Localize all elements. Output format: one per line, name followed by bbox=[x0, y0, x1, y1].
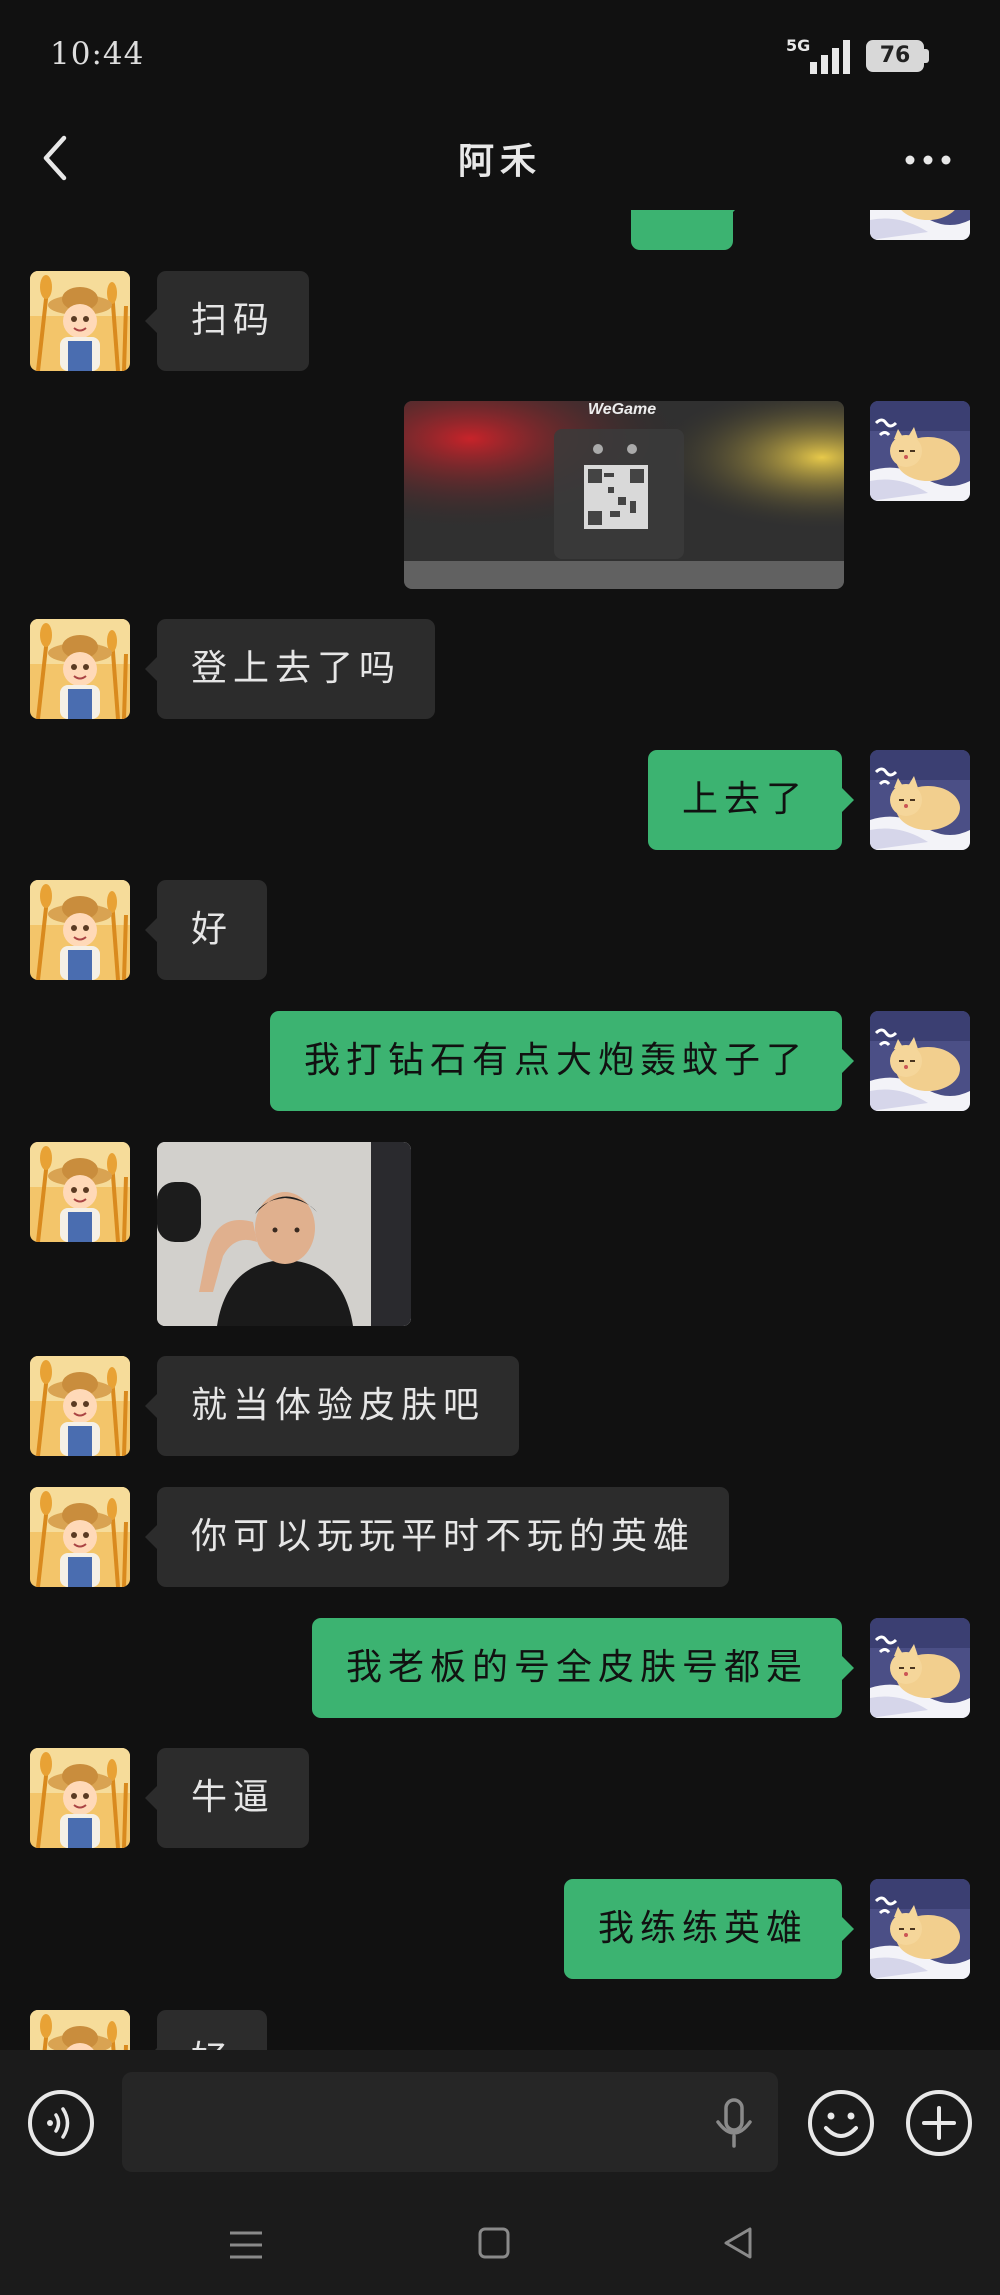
nav-home-icon[interactable] bbox=[474, 2223, 514, 2263]
my-avatar[interactable] bbox=[870, 401, 970, 501]
battery-level: 76 bbox=[879, 43, 911, 68]
message-image-qrcode[interactable]: WeGame bbox=[404, 401, 844, 589]
plus-icon[interactable] bbox=[904, 2088, 974, 2158]
qrcode-screenshot bbox=[404, 401, 844, 589]
message-bubble-incoming[interactable]: 就当体验皮肤吧 bbox=[144, 1356, 520, 1456]
battery-nub bbox=[924, 49, 929, 63]
my-avatar[interactable] bbox=[870, 750, 970, 850]
image-caption: WeGame bbox=[587, 401, 657, 418]
nav-back-icon[interactable] bbox=[718, 2223, 758, 2263]
my-avatar[interactable] bbox=[870, 1879, 970, 1979]
message-image-photo[interactable] bbox=[157, 1142, 411, 1326]
system-nav-bar bbox=[0, 2195, 1000, 2295]
message-bubble-outgoing[interactable]: 我打钻石有点大炮轰蚊子了 bbox=[269, 1011, 855, 1111]
my-avatar[interactable] bbox=[870, 210, 970, 240]
chat-header: 阿禾 bbox=[0, 110, 1000, 210]
message-input[interactable] bbox=[122, 2072, 778, 2172]
photo-person bbox=[157, 1142, 411, 1326]
message-bubble-incoming[interactable]: 好 bbox=[144, 2010, 268, 2050]
status-bar: 10:44 5G 76 bbox=[0, 0, 1000, 110]
voice-icon[interactable] bbox=[26, 2088, 96, 2158]
message-bubble-incoming[interactable]: 登上去了吗 bbox=[144, 619, 436, 719]
nav-menu-icon[interactable] bbox=[226, 2225, 266, 2265]
contact-avatar[interactable] bbox=[30, 1487, 130, 1587]
input-bar bbox=[0, 2050, 1000, 2195]
signal-indicator: 5G bbox=[786, 36, 856, 76]
contact-avatar[interactable] bbox=[30, 619, 130, 719]
more-dots-icon[interactable] bbox=[900, 140, 960, 180]
my-avatar[interactable] bbox=[870, 1618, 970, 1718]
network-type: 5G bbox=[786, 36, 811, 55]
message-bubble-outgoing[interactable] bbox=[631, 210, 745, 250]
emoji-icon[interactable] bbox=[806, 2088, 876, 2158]
message-list[interactable]: 扫码 WeGame 登上去了吗 上去了 好 我打钻石有点大炮轰蚊子了 就当体验皮… bbox=[0, 210, 1000, 2050]
status-time: 10:44 bbox=[50, 36, 145, 72]
chat-title: 阿禾 bbox=[457, 141, 542, 182]
message-bubble-outgoing[interactable]: 上去了 bbox=[647, 750, 855, 850]
contact-avatar[interactable] bbox=[30, 271, 130, 371]
message-bubble-incoming[interactable]: 好 bbox=[144, 880, 268, 980]
back-arrow-icon[interactable] bbox=[34, 128, 78, 188]
message-bubble-incoming[interactable]: 你可以玩玩平时不玩的英雄 bbox=[144, 1487, 730, 1587]
signal-bars-icon bbox=[810, 40, 850, 74]
message-bubble-incoming[interactable]: 扫码 bbox=[144, 271, 310, 371]
contact-avatar[interactable] bbox=[30, 1356, 130, 1456]
contact-avatar[interactable] bbox=[30, 2010, 130, 2050]
mic-icon[interactable] bbox=[712, 2096, 756, 2150]
contact-avatar[interactable] bbox=[30, 1142, 130, 1242]
message-bubble-outgoing[interactable]: 我练练英雄 bbox=[563, 1879, 855, 1979]
battery-icon: 76 bbox=[866, 40, 924, 72]
message-bubble-incoming[interactable]: 牛逼 bbox=[144, 1748, 310, 1848]
contact-avatar[interactable] bbox=[30, 880, 130, 980]
message-bubble-outgoing[interactable]: 我老板的号全皮肤号都是 bbox=[311, 1618, 855, 1718]
my-avatar[interactable] bbox=[870, 1011, 970, 1111]
contact-avatar[interactable] bbox=[30, 1748, 130, 1848]
